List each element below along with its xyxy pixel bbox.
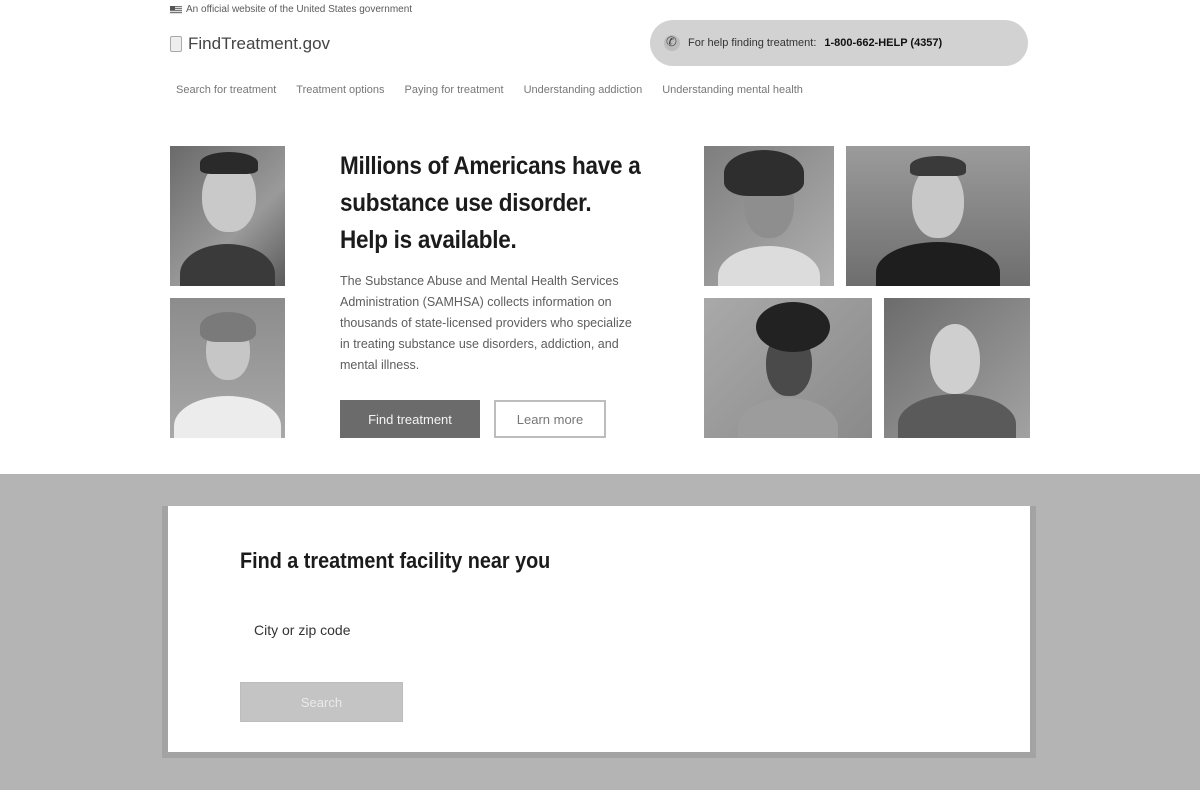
hero-title-line2: substance use disorder.	[340, 189, 592, 217]
helpline-prefix: For help finding treatment:	[688, 37, 817, 49]
hero-photo-3	[704, 146, 834, 286]
hero-description: The Substance Abuse and Mental Health Se…	[340, 274, 632, 372]
logo-text: FindTreatment.gov	[188, 34, 331, 53]
us-flag-icon	[170, 5, 182, 14]
hero-title-line3: Help is available.	[340, 226, 517, 254]
learn-more-button[interactable]: Learn more	[494, 400, 606, 438]
search-heading: Find a treatment facility near you	[240, 548, 551, 573]
gov-banner-text: An official website of the United States…	[186, 4, 413, 15]
nav-item-mental-health[interactable]: Understanding mental health	[662, 84, 803, 96]
helpline-number[interactable]: 1-800-662-HELP (4357)	[824, 37, 942, 49]
nav-item-search[interactable]: Search for treatment	[176, 84, 276, 96]
logo-icon	[170, 36, 182, 52]
hero-photo-6	[884, 298, 1030, 438]
hero-title-line1: Millions of Americans have a	[340, 152, 641, 180]
location-input[interactable]: City or zip code	[254, 622, 350, 638]
nav-item-paying[interactable]: Paying for treatment	[405, 84, 504, 96]
nav-item-addiction[interactable]: Understanding addiction	[524, 84, 643, 96]
hero-title: Millions of Americans have a substance u…	[340, 148, 646, 259]
phone-icon	[664, 34, 680, 51]
helpline-pill[interactable]: For help finding treatment: 1-800-662-HE…	[650, 20, 1028, 66]
hero-photo-5	[704, 298, 872, 438]
hero-photo-2	[170, 298, 285, 438]
hero-photo-1	[170, 146, 285, 286]
hero-photo-4	[846, 146, 1030, 286]
hero-text: Millions of Americans have a substance u…	[340, 148, 660, 376]
find-treatment-button[interactable]: Find treatment	[340, 400, 480, 438]
main-nav: Search for treatment Treatment options P…	[176, 84, 803, 96]
search-button[interactable]: Search	[240, 682, 403, 722]
site-logo[interactable]: FindTreatment.gov	[170, 34, 330, 54]
nav-item-treatment-options[interactable]: Treatment options	[296, 84, 384, 96]
gov-banner: An official website of the United States…	[170, 4, 412, 15]
